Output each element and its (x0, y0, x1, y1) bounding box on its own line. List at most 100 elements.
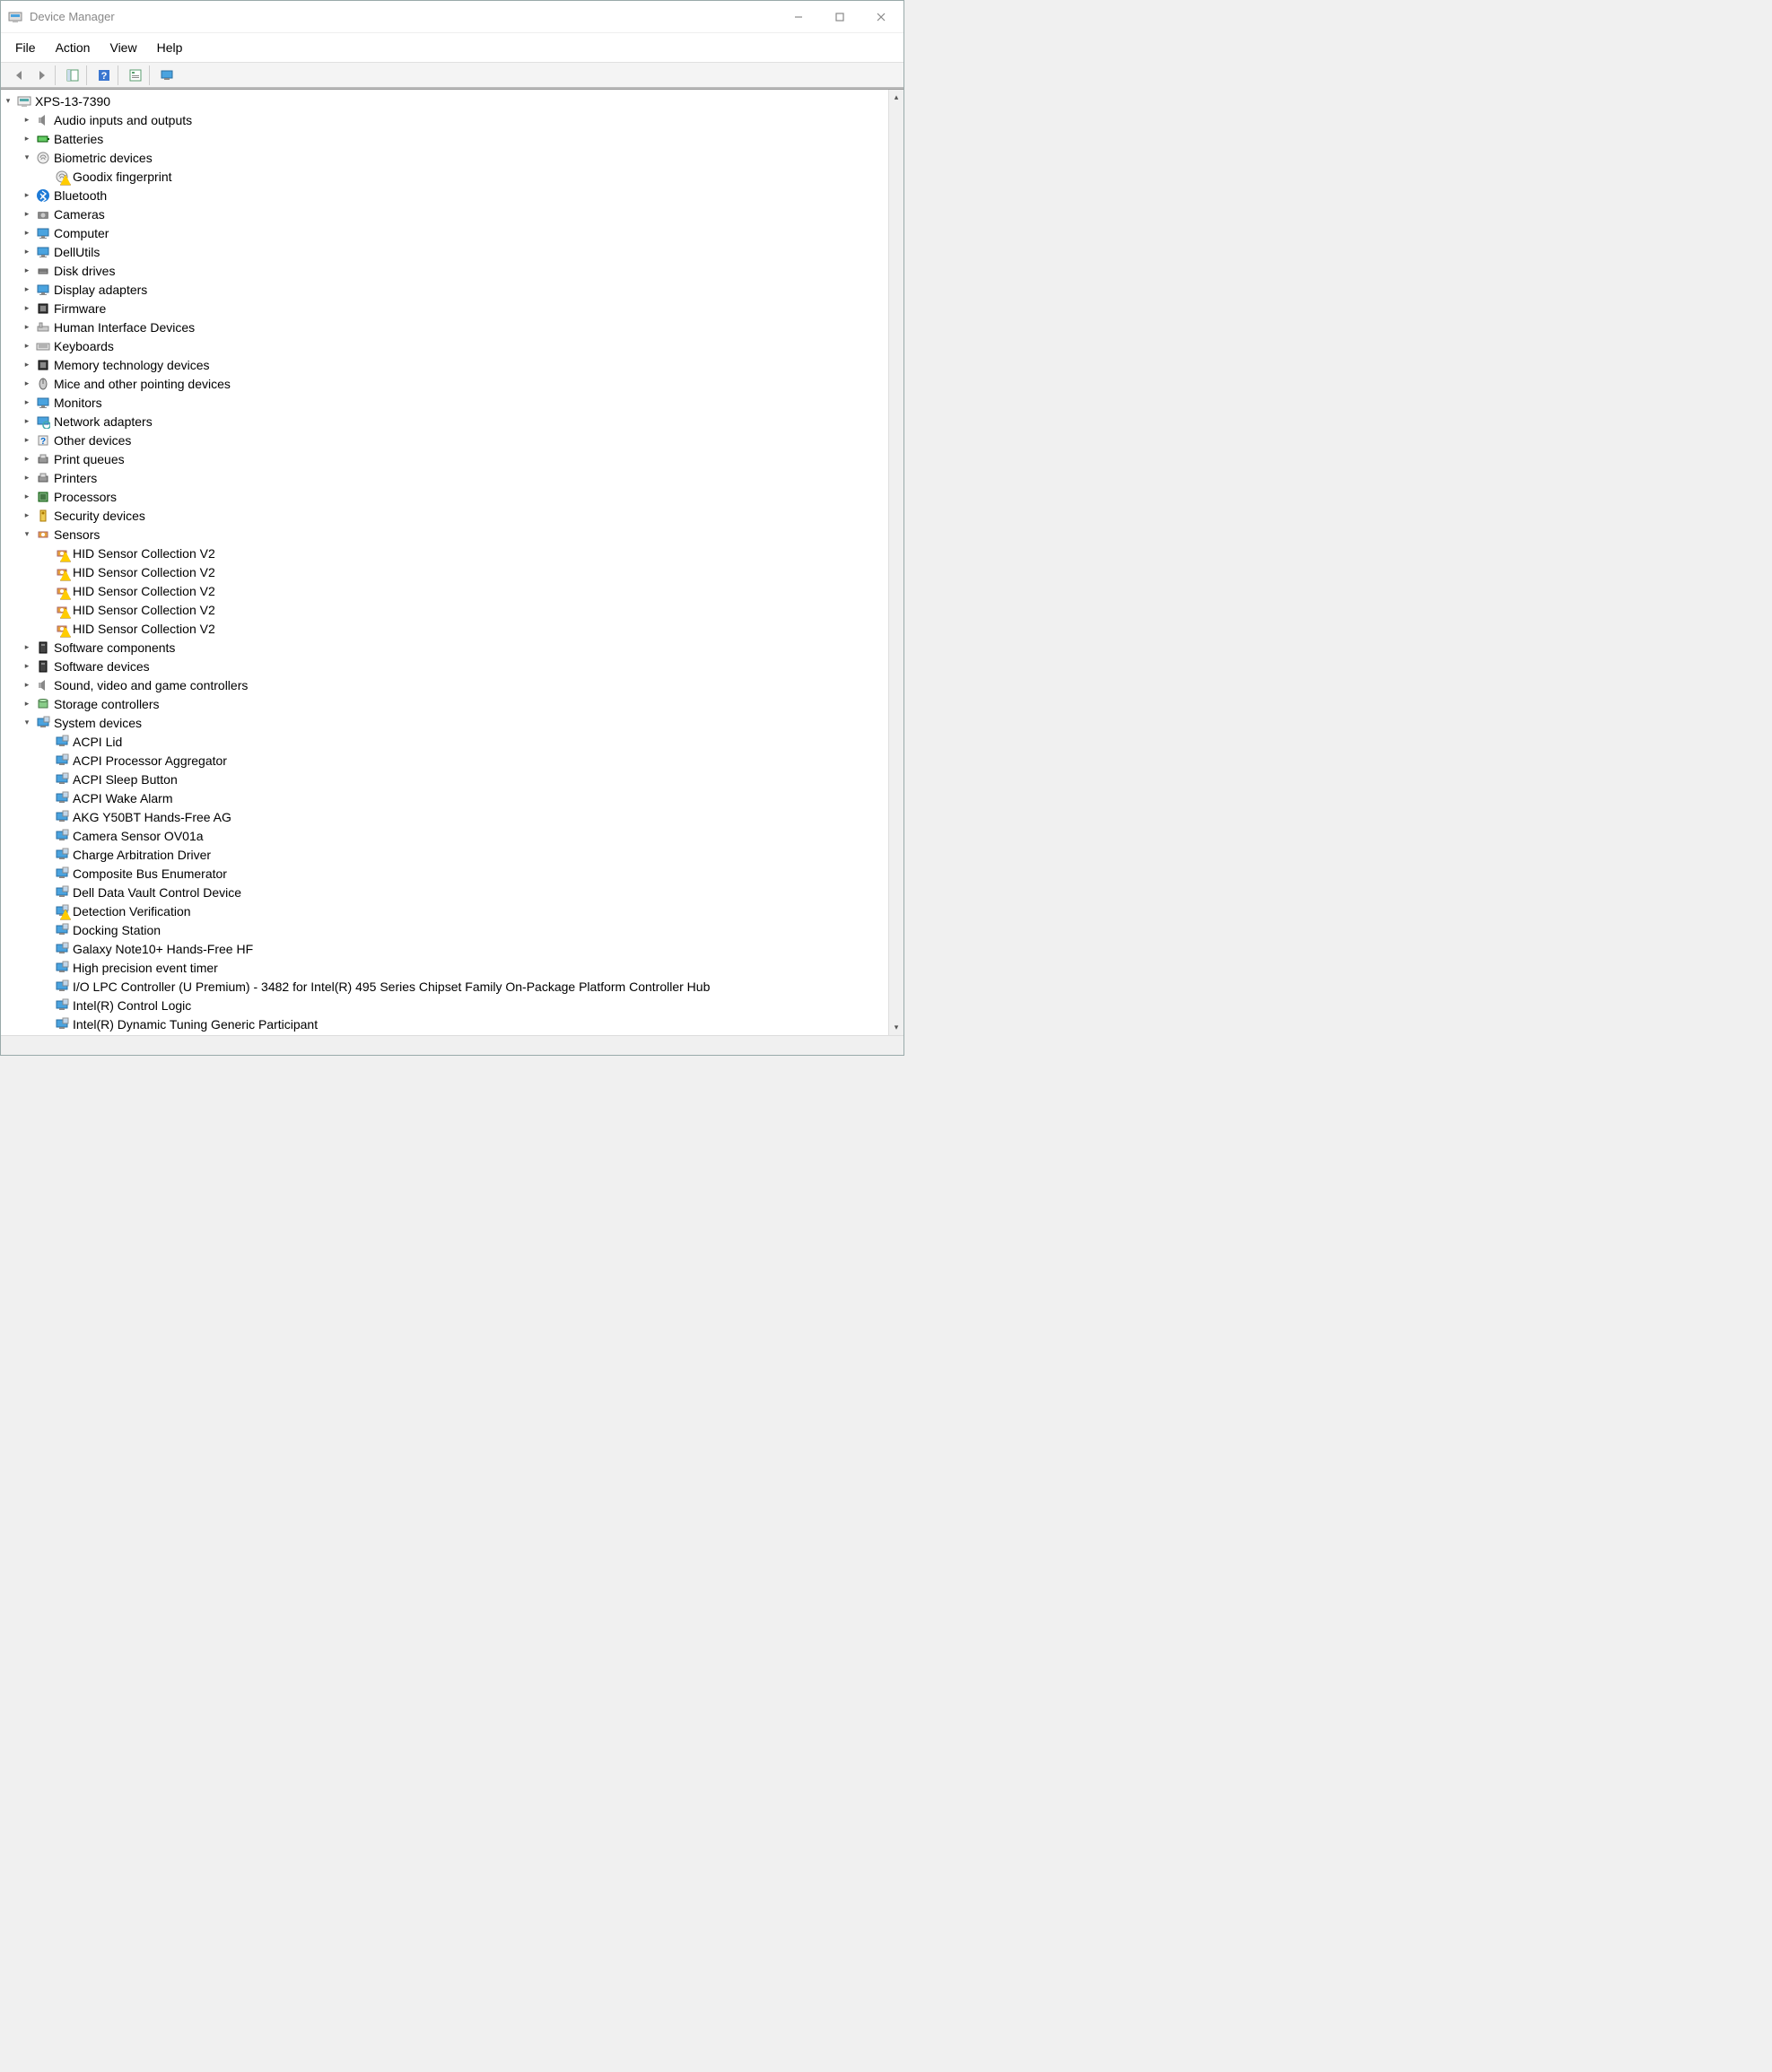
menu-action[interactable]: Action (47, 37, 100, 58)
speaker-icon (36, 113, 50, 127)
expand-toggle[interactable]: ▾ (20, 716, 34, 730)
back-button[interactable] (10, 65, 30, 85)
expand-toggle[interactable]: ▸ (20, 659, 34, 674)
tree-node[interactable]: ▸Mice and other pointing devices (1, 374, 903, 393)
tree-node[interactable]: ▸Computer (1, 223, 903, 242)
tree-node[interactable]: ▸Intel(R) Dynamic Tuning Generic Partici… (1, 1014, 903, 1033)
expand-toggle[interactable]: ▸ (20, 509, 34, 523)
tree-node[interactable]: ▸High precision event timer (1, 958, 903, 977)
tree-node[interactable]: ▸HID Sensor Collection V2 (1, 600, 903, 619)
maximize-button[interactable] (819, 2, 860, 32)
tree-node[interactable]: ▸ACPI Sleep Button (1, 770, 903, 788)
system-icon (55, 904, 69, 918)
expand-toggle[interactable]: ▸ (20, 433, 34, 448)
expand-toggle[interactable]: ▸ (20, 283, 34, 297)
tree-node[interactable]: ▸Print queues (1, 449, 903, 468)
expand-toggle[interactable]: ▸ (20, 188, 34, 203)
tree-node[interactable]: ▾Sensors (1, 525, 903, 544)
help-button[interactable]: ? (94, 65, 114, 85)
expand-toggle[interactable]: ▸ (20, 320, 34, 335)
tree-node[interactable]: ▸I/O LPC Controller (U Premium) - 3482 f… (1, 977, 903, 996)
expand-toggle[interactable]: ▾ (20, 151, 34, 165)
tree-node[interactable]: ▸Intel(R) Dynamic Tuning Generic Partici… (1, 1033, 903, 1035)
tree-node[interactable]: ▸Display adapters (1, 280, 903, 299)
minimize-button[interactable] (778, 2, 819, 32)
scroll-down-icon[interactable]: ▾ (889, 1020, 903, 1035)
tree-node[interactable]: ▸Goodix fingerprint (1, 167, 903, 186)
tree-node[interactable]: ▸Keyboards (1, 336, 903, 355)
expand-toggle[interactable]: ▸ (20, 396, 34, 410)
tree-node[interactable]: ▸Security devices (1, 506, 903, 525)
tree-node[interactable]: ▾XPS-13-7390 (1, 91, 903, 110)
expand-toggle[interactable]: ▸ (20, 207, 34, 222)
tree-node[interactable]: ▾System devices (1, 713, 903, 732)
tree-node[interactable]: ▸Audio inputs and outputs (1, 110, 903, 129)
tree-node[interactable]: ▸Human Interface Devices (1, 318, 903, 336)
expand-toggle[interactable]: ▸ (20, 377, 34, 391)
tree-node[interactable]: ▸ACPI Wake Alarm (1, 788, 903, 807)
expand-toggle[interactable]: ▾ (20, 527, 34, 542)
tree-node[interactable]: ▸Storage controllers (1, 694, 903, 713)
properties-button[interactable] (126, 65, 145, 85)
tree-node-label: Bluetooth (54, 188, 107, 203)
tree-node[interactable]: ▸Software devices (1, 657, 903, 675)
tree-node[interactable]: ▸Monitors (1, 393, 903, 412)
tree-node[interactable]: ▸ACPI Processor Aggregator (1, 751, 903, 770)
tree-node[interactable]: ▸HID Sensor Collection V2 (1, 619, 903, 638)
tree-node[interactable]: ▸ Bluetooth (1, 186, 903, 205)
expand-toggle[interactable]: ▸ (20, 264, 34, 278)
tree-node[interactable]: ▸Firmware (1, 299, 903, 318)
tree-node[interactable]: ▸Camera Sensor OV01a (1, 826, 903, 845)
expand-toggle[interactable]: ▸ (20, 414, 34, 429)
forward-button[interactable] (31, 65, 51, 85)
close-button[interactable] (860, 2, 902, 32)
tree-node[interactable]: ▸Intel(R) Control Logic (1, 996, 903, 1014)
expand-toggle[interactable]: ▸ (20, 245, 34, 259)
expand-toggle[interactable]: ▸ (20, 640, 34, 655)
expand-toggle[interactable]: ▸ (20, 490, 34, 504)
expand-toggle[interactable]: ▸ (20, 113, 34, 127)
expand-toggle[interactable]: ▸ (20, 358, 34, 372)
expand-toggle[interactable]: ▸ (20, 471, 34, 485)
tree-node[interactable]: ▸Batteries (1, 129, 903, 148)
tree-node[interactable]: ▸HID Sensor Collection V2 (1, 562, 903, 581)
expand-toggle[interactable]: ▸ (20, 226, 34, 240)
tree-node[interactable]: ▸HID Sensor Collection V2 (1, 581, 903, 600)
tree-node[interactable]: ▸Software components (1, 638, 903, 657)
system-icon (55, 829, 69, 843)
expand-toggle[interactable]: ▸ (20, 301, 34, 316)
tree-node[interactable]: ▸DellUtils (1, 242, 903, 261)
tree-node[interactable]: ▸Charge Arbitration Driver (1, 845, 903, 864)
expand-toggle[interactable]: ▾ (1, 94, 15, 109)
tree-node[interactable]: ▸HID Sensor Collection V2 (1, 544, 903, 562)
menu-view[interactable]: View (100, 37, 145, 58)
tree-node[interactable]: ▸Memory technology devices (1, 355, 903, 374)
tree-node[interactable]: ▸ACPI Lid (1, 732, 903, 751)
menu-help[interactable]: Help (148, 37, 192, 58)
tree-node[interactable]: ▸AKG Y50BT Hands-Free AG (1, 807, 903, 826)
tree-node[interactable]: ▸Other devices (1, 431, 903, 449)
expand-toggle[interactable]: ▸ (20, 132, 34, 146)
tree-node[interactable]: ▸Printers (1, 468, 903, 487)
expand-toggle[interactable]: ▸ (20, 452, 34, 466)
scan-hardware-button[interactable] (157, 65, 177, 85)
expand-toggle[interactable]: ▸ (20, 339, 34, 353)
tree-node[interactable]: ▸Dell Data Vault Control Device (1, 883, 903, 901)
expand-toggle[interactable]: ▸ (20, 697, 34, 711)
tree-node[interactable]: ▸Network adapters (1, 412, 903, 431)
tree-node[interactable]: ▸Processors (1, 487, 903, 506)
expand-toggle[interactable]: ▸ (20, 678, 34, 692)
tree-node[interactable]: ▾Biometric devices (1, 148, 903, 167)
show-hide-tree-button[interactable] (63, 65, 83, 85)
tree-node[interactable]: ▸Galaxy Note10+ Hands-Free HF (1, 939, 903, 958)
device-tree[interactable]: ▾XPS-13-7390▸Audio inputs and outputs▸Ba… (1, 90, 903, 1035)
tree-node[interactable]: ▸Docking Station (1, 920, 903, 939)
scroll-up-icon[interactable]: ▴ (889, 90, 903, 105)
vertical-scrollbar[interactable]: ▴ ▾ (888, 90, 903, 1035)
tree-node[interactable]: ▸Disk drives (1, 261, 903, 280)
tree-node[interactable]: ▸Cameras (1, 205, 903, 223)
tree-node[interactable]: ▸Detection Verification (1, 901, 903, 920)
tree-node[interactable]: ▸Sound, video and game controllers (1, 675, 903, 694)
tree-node[interactable]: ▸Composite Bus Enumerator (1, 864, 903, 883)
menu-file[interactable]: File (6, 37, 45, 58)
